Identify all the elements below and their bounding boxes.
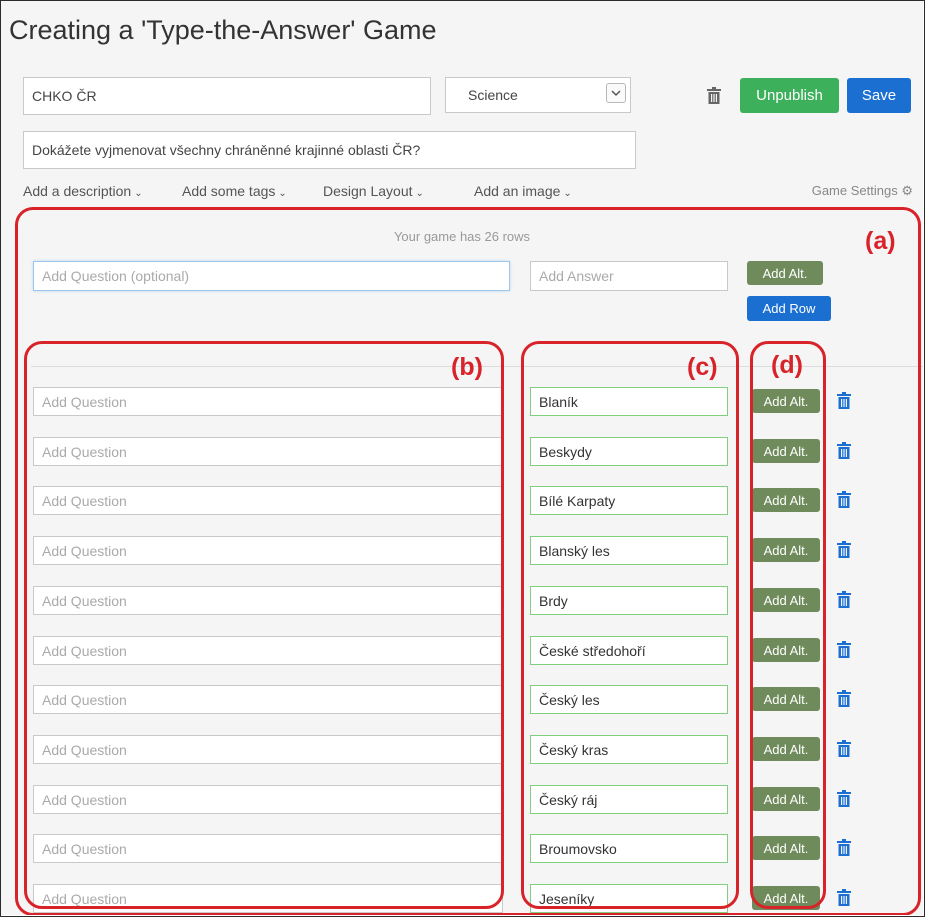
design-layout-menu[interactable]: Design Layout ⌄	[323, 183, 424, 199]
add-tags-menu[interactable]: Add some tags ⌄	[182, 183, 287, 199]
game-name-input[interactable]: CHKO ČR	[23, 77, 431, 115]
annotation-box-b	[24, 341, 504, 909]
annotation-label-b: (b)	[451, 353, 483, 381]
unpublish-button[interactable]: Unpublish	[740, 78, 839, 113]
chevron-down-icon: ⌄	[278, 188, 287, 199]
category-select[interactable]: Science	[445, 77, 631, 113]
annotation-label-d: (d)	[771, 351, 803, 379]
annotation-label-a: (a)	[865, 227, 896, 255]
game-subtitle-input[interactable]: Dokážete vyjmenovat všechny chráněnné kr…	[23, 131, 636, 169]
add-image-label: Add an image	[474, 183, 561, 199]
category-select-value: Science	[468, 87, 518, 103]
chevron-down-icon	[606, 83, 626, 103]
add-tags-label: Add some tags	[182, 183, 276, 199]
add-description-menu[interactable]: Add a description ⌄	[23, 183, 143, 199]
chevron-down-icon: ⌄	[134, 188, 143, 199]
design-layout-label: Design Layout	[323, 183, 413, 199]
game-editor-page: Creating a 'Type-the-Answer' Game CHKO Č…	[1, 1, 923, 915]
trash-icon[interactable]	[707, 87, 721, 104]
add-image-menu[interactable]: Add an image ⌄	[474, 183, 572, 199]
save-button[interactable]: Save	[847, 78, 911, 113]
game-settings-link[interactable]: Game Settings ⚙	[812, 183, 913, 199]
gear-icon: ⚙	[901, 183, 913, 198]
annotation-box-d	[750, 341, 826, 909]
add-description-label: Add a description	[23, 183, 132, 199]
chevron-down-icon: ⌄	[563, 188, 572, 199]
page-title: Creating a 'Type-the-Answer' Game	[9, 15, 437, 45]
game-settings-label: Game Settings	[811, 183, 898, 198]
annotation-box-c	[521, 341, 739, 909]
annotation-label-c: (c)	[687, 353, 718, 381]
chevron-down-icon: ⌄	[415, 188, 424, 199]
